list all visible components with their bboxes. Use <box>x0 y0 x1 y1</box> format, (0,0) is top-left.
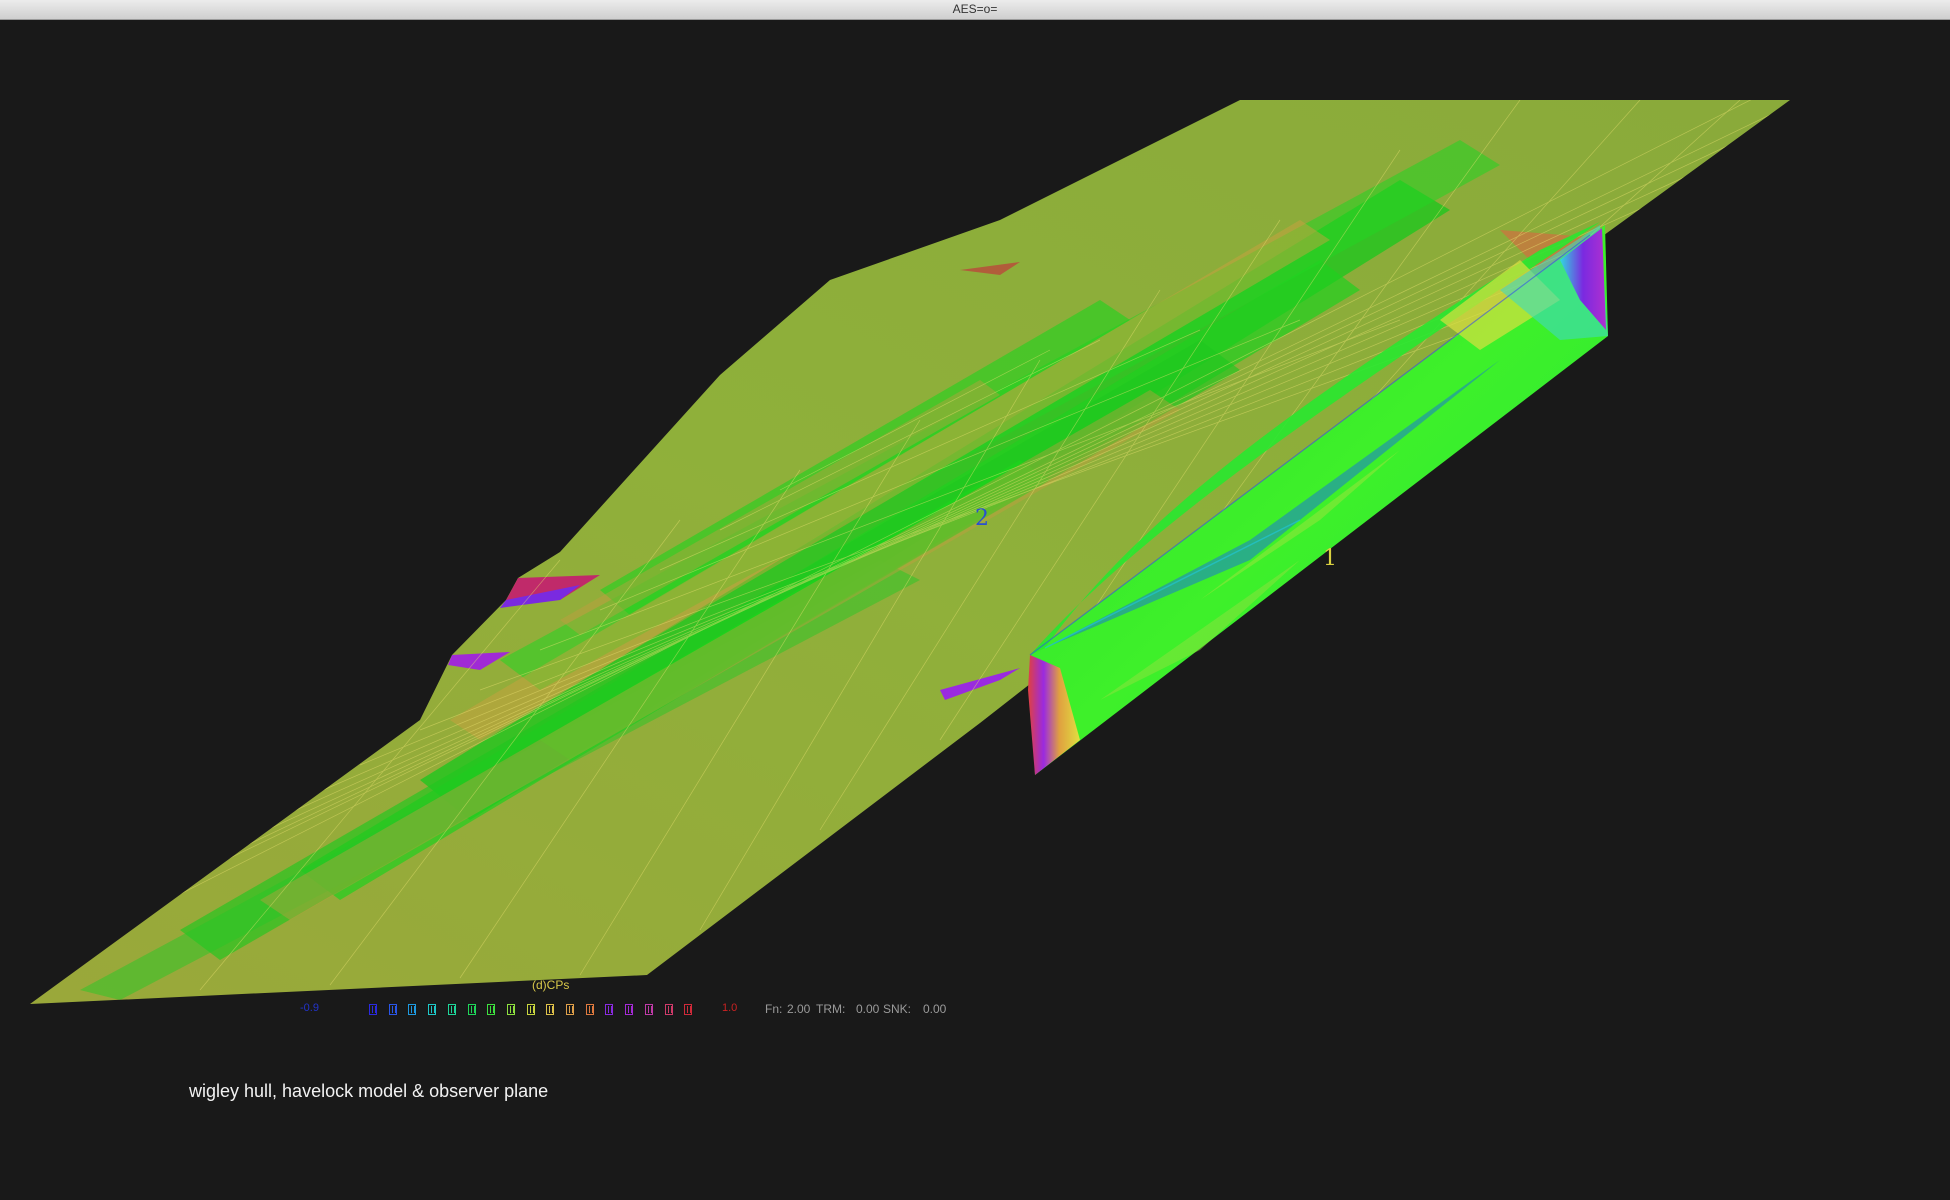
legend-swatch <box>566 1004 574 1015</box>
fn-label: Fn: <box>765 1002 783 1016</box>
snk-value: 0.00 <box>923 1002 947 1016</box>
legend-swatch <box>684 1004 693 1015</box>
legend-max-value: 1.0 <box>722 1002 738 1014</box>
figure-caption: wigley hull, havelock model & observer p… <box>189 1081 549 1101</box>
observer-plane <box>30 100 1790 1004</box>
legend-swatch <box>605 1004 614 1015</box>
legend-swatch <box>625 1004 634 1015</box>
legend-swatch <box>506 1004 515 1015</box>
legend-swatch <box>447 1004 456 1015</box>
plane-label: 2 <box>975 506 989 531</box>
legend-swatch <box>428 1004 437 1015</box>
3d-viewport[interactable]: 2 1 <box>0 20 1950 1200</box>
trm-label: TRM: <box>816 1002 846 1016</box>
snk-label: SNK: <box>883 1002 912 1016</box>
trm-value: 0.00 <box>856 1002 880 1016</box>
legend-swatch <box>526 1004 535 1015</box>
legend-min-value: -0.9 <box>300 1002 319 1014</box>
legend-swatch <box>644 1004 653 1015</box>
render-canvas <box>30 100 1790 1004</box>
legend-swatch <box>369 1004 377 1015</box>
legend-swatch <box>388 1004 397 1015</box>
fn-value: 2.00 <box>787 1002 811 1016</box>
legend-swatch <box>408 1004 417 1015</box>
legend-swatch <box>546 1004 555 1015</box>
window-title-bar: AES=o= <box>0 0 1950 20</box>
hull-label: 1 <box>1323 546 1337 571</box>
legend-title: (d)CPs <box>532 978 570 992</box>
legend-swatch <box>585 1004 594 1015</box>
window-title: AES=o= <box>952 2 998 16</box>
legend-swatch <box>487 1004 496 1015</box>
legend-swatch <box>664 1004 673 1015</box>
legend-swatch <box>467 1004 476 1015</box>
